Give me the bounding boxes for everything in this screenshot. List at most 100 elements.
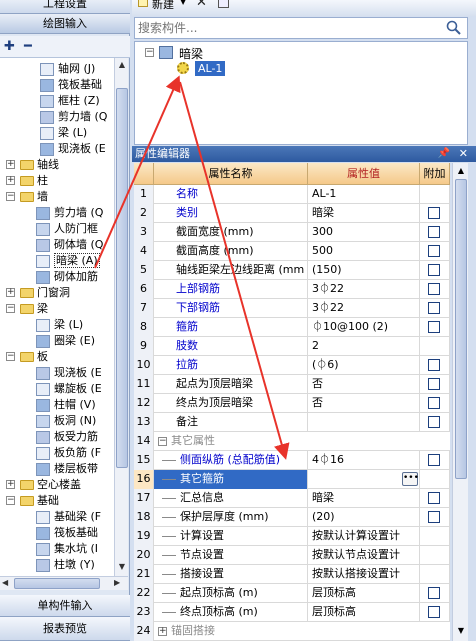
property-row[interactable]: 7 下部钢筋 3⏀22 [134, 299, 450, 318]
property-row[interactable]: 17 汇总信息 暗梁 [134, 489, 450, 508]
property-row[interactable]: 2 类别 暗梁 [134, 204, 450, 223]
property-value[interactable]: 2 [308, 337, 420, 356]
expand-toggle[interactable]: − [6, 352, 15, 361]
new-icon[interactable] [138, 0, 148, 7]
property-row[interactable]: 15 侧面纵筋 (总配筋值) 4⏀16 [134, 451, 450, 470]
property-value[interactable]: 层顶标高 [308, 584, 420, 603]
property-value[interactable]: 层顶标高 [308, 603, 420, 622]
new-button[interactable]: 新建 [152, 0, 174, 12]
attach-checkbox[interactable] [428, 207, 440, 219]
scroll-up-arrow-icon[interactable]: ▲ [116, 59, 128, 71]
attach-checkbox[interactable] [428, 511, 440, 523]
group-toggle[interactable]: − [158, 436, 167, 446]
property-value[interactable]: 否 [308, 394, 420, 413]
property-value[interactable]: 暗梁 [308, 204, 420, 223]
property-row[interactable]: 5 轴线距梁左边线距离 (mm (150) [134, 261, 450, 280]
property-value[interactable]: 按默认节点设置计 [308, 546, 420, 565]
horizontal-scroll-thumb[interactable] [14, 578, 100, 589]
property-row[interactable]: 6 上部钢筋 3⏀22 [134, 280, 450, 299]
attach-checkbox[interactable] [428, 302, 440, 314]
attach-checkbox[interactable] [428, 492, 440, 504]
new-dropdown-icon[interactable]: ▼ [180, 0, 186, 6]
attach-checkbox[interactable] [428, 264, 440, 276]
scroll-thumb[interactable] [116, 88, 128, 468]
attach-checkbox[interactable] [428, 606, 440, 618]
property-row[interactable]: 8 箍筋 ⏀10@100 (2) [134, 318, 450, 337]
search-icon[interactable] [445, 19, 463, 37]
search-input[interactable] [135, 18, 435, 38]
property-row[interactable]: 14− 其它属性 [134, 432, 450, 451]
property-row[interactable]: 10 拉筋 (⏀6) [134, 356, 450, 375]
property-value[interactable]: 按默认搭接设置计 [308, 565, 420, 584]
scroll-left-arrow-icon[interactable]: ◀ [2, 578, 8, 587]
attach-checkbox[interactable] [428, 587, 440, 599]
collapse-all-icon[interactable]: ━ [24, 39, 40, 55]
expand-toggle[interactable]: + [6, 176, 15, 185]
expand-toggle[interactable]: − [6, 304, 15, 313]
property-row[interactable]: 19 计算设置 按默认计算设置计 [134, 527, 450, 546]
property-row[interactable]: 21 搭接设置 按默认搭接设置计 [134, 565, 450, 584]
property-value[interactable]: 按默认计算设置计 [308, 527, 420, 546]
tree-node[interactable]: 柱墩 (Y) [36, 556, 95, 574]
property-value[interactable]: (20) [308, 508, 420, 527]
attach-checkbox[interactable] [428, 321, 440, 333]
property-value[interactable]: 3⏀22 [308, 280, 420, 299]
property-row[interactable]: 9 肢数 2 [134, 337, 450, 356]
property-value[interactable]: 300 [308, 223, 420, 242]
property-row[interactable]: 23 终点顶标高 (m) 层顶标高 [134, 603, 450, 622]
attach-checkbox[interactable] [428, 378, 440, 390]
property-row[interactable]: 11 起点为顶层暗梁 否 [134, 375, 450, 394]
tab-single-component-input[interactable]: 单构件输入 [0, 595, 130, 617]
property-row[interactable]: 12 终点为顶层暗梁 否 [134, 394, 450, 413]
ellipsis-button[interactable]: ••• [402, 472, 419, 486]
property-row[interactable]: 1 名称 AL-1 [134, 185, 450, 204]
scroll-up-arrow-icon[interactable]: ▲ [455, 165, 467, 177]
property-value[interactable]: 否 [308, 375, 420, 394]
tab-project-settings[interactable]: 工程设置 [0, 0, 130, 14]
scroll-down-arrow-icon[interactable]: ▼ [455, 625, 467, 637]
property-value[interactable]: (150) [308, 261, 420, 280]
delete-icon[interactable]: ✕ [196, 0, 207, 10]
property-row[interactable]: 13 备注 [134, 413, 450, 432]
tree-item-al-1[interactable]: AL-1 [195, 61, 226, 76]
expand-toggle[interactable]: − [6, 192, 15, 201]
attach-checkbox[interactable] [428, 397, 440, 409]
property-value[interactable]: (⏀6) [308, 356, 420, 375]
scroll-thumb[interactable] [455, 179, 467, 479]
expand-toggle[interactable]: + [6, 288, 15, 297]
property-row[interactable]: 3 截面宽度 (mm) 300 [134, 223, 450, 242]
expand-toggle[interactable]: + [6, 160, 15, 169]
expand-toggle[interactable]: + [6, 480, 15, 489]
copy-icon[interactable] [218, 0, 229, 8]
property-value[interactable]: AL-1 [308, 185, 420, 204]
property-value[interactable] [308, 413, 420, 432]
collapse-root-toggle[interactable]: − [145, 48, 154, 57]
pin-icon[interactable]: 📌 [438, 146, 450, 162]
scroll-right-arrow-icon[interactable]: ▶ [114, 578, 120, 587]
property-value[interactable]: 500 [308, 242, 420, 261]
tree-root-label[interactable]: 暗梁 [179, 45, 203, 62]
property-row[interactable]: 22 起点顶标高 (m) 层顶标高 [134, 584, 450, 603]
property-value[interactable]: 4⏀16 [308, 451, 420, 470]
expand-all-icon[interactable]: ✚ [4, 39, 20, 55]
property-value[interactable]: 暗梁 [308, 489, 420, 508]
attach-checkbox[interactable] [428, 416, 440, 428]
property-value[interactable]: ⏀10@100 (2) [308, 318, 420, 337]
expand-toggle[interactable]: − [6, 496, 15, 505]
attach-checkbox[interactable] [428, 283, 440, 295]
property-row[interactable]: 24 + 锚固搭接 [134, 622, 450, 641]
property-row[interactable]: 20 节点设置 按默认节点设置计 [134, 546, 450, 565]
left-horizontal-scrollbar[interactable]: ◀ ▶ [0, 576, 128, 590]
close-icon[interactable]: ✕ [459, 146, 468, 162]
left-vertical-scrollbar[interactable]: ▲ ▼ [114, 58, 128, 576]
property-row[interactable]: 4 截面高度 (mm) 500 [134, 242, 450, 261]
group-toggle[interactable]: + [158, 626, 167, 636]
property-row[interactable]: 16 其它箍筋 ••• [134, 470, 450, 489]
attach-checkbox[interactable] [428, 454, 440, 466]
property-row[interactable]: 18 保护层厚度 (mm) (20) [134, 508, 450, 527]
property-value[interactable]: 3⏀22 [308, 299, 420, 318]
tab-drawing-input[interactable]: 绘图输入 [0, 14, 130, 34]
attach-checkbox[interactable] [428, 226, 440, 238]
property-vertical-scrollbar[interactable]: ▲ ▼ [452, 163, 468, 641]
attach-checkbox[interactable] [428, 359, 440, 371]
